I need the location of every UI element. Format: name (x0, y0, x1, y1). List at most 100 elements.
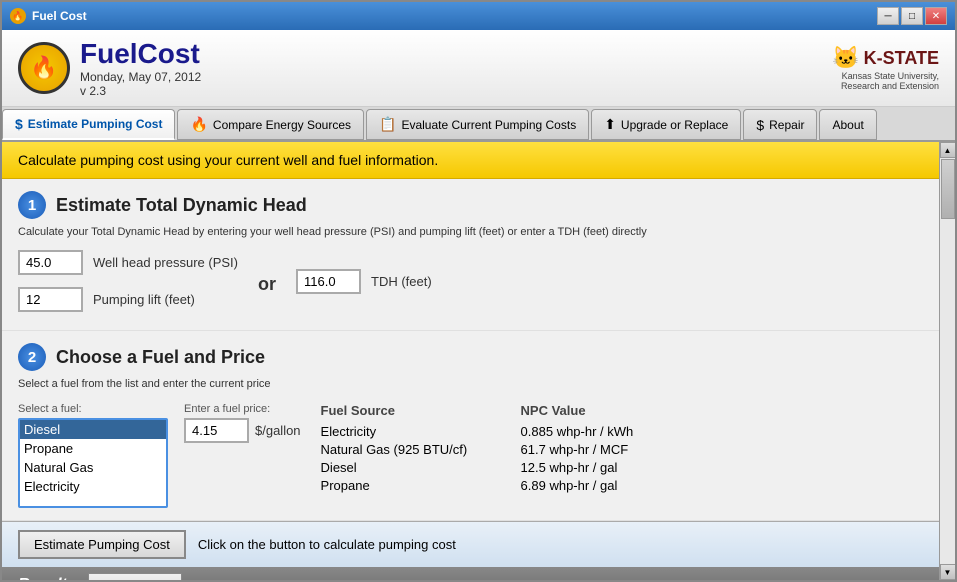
table-row: Propane 6.89 whp-hr / gal (321, 478, 681, 493)
estimate-pumping-cost-button[interactable]: Estimate Pumping Cost (18, 530, 186, 559)
pressure-row: Well head pressure (PSI) (18, 250, 238, 275)
npc-table: Fuel Source NPC Value Electricity 0.885 … (321, 403, 681, 496)
fuel-select-group: Select a fuel: Diesel Propane Natural Ga… (18, 403, 168, 508)
info-banner: Calculate pumping cost using your curren… (2, 142, 939, 179)
tab-estimate[interactable]: $ Estimate Pumping Cost (2, 109, 175, 140)
npc-source-3: Propane (321, 478, 501, 493)
section2-title: Choose a Fuel and Price (56, 347, 265, 368)
title-bar-controls: ─ □ ✕ (877, 7, 947, 25)
npc-value-1: 61.7 whp-hr / MCF (521, 442, 681, 457)
tab-evaluate-label: Evaluate Current Pumping Costs (401, 118, 576, 132)
kstate-sub2: Research and Extension (841, 81, 939, 91)
fuel-option-natural-gas[interactable]: Natural Gas (20, 458, 166, 477)
pressure-group: Well head pressure (PSI) Pumping lift (f… (18, 250, 238, 318)
kstate-logo: 🐱 K-STATE Kansas State University, Resea… (832, 45, 939, 91)
logo-title: FuelCost (80, 38, 201, 70)
tab-evaluate-icon: 📋 (379, 116, 396, 133)
tdh-input[interactable] (296, 269, 361, 294)
scrollbar[interactable]: ▲ ▼ (939, 142, 955, 580)
section1-desc: Calculate your Total Dynamic Head by ent… (18, 225, 923, 240)
logo: FuelCost Monday, May 07, 2012 v 2.3 (18, 38, 201, 98)
section-tdh: 1 Estimate Total Dynamic Head Calculate … (2, 179, 939, 331)
bottom-bar: Estimate Pumping Cost Click on the butto… (2, 521, 939, 567)
npc-source-2: Diesel (321, 460, 501, 475)
results-title: Results (18, 576, 76, 580)
tab-compare[interactable]: 🔥 Compare Energy Sources (177, 109, 364, 140)
fuel-option-electricity[interactable]: Electricity (20, 477, 166, 496)
tab-compare-label: Compare Energy Sources (213, 118, 351, 132)
content-area: Calculate pumping cost using your curren… (2, 142, 955, 580)
close-button[interactable]: ✕ (925, 7, 947, 25)
logo-icon (18, 42, 70, 94)
main-window: 🔥 Fuel Cost ─ □ ✕ FuelCost Monday, May 0… (0, 0, 957, 582)
fuel-controls: Select a fuel: Diesel Propane Natural Ga… (18, 403, 923, 508)
tab-repair[interactable]: $ Repair (743, 109, 817, 140)
step2-badge: 2 (18, 343, 46, 371)
tdh-direct-row: TDH (feet) (296, 269, 432, 294)
tdh-inputs: Well head pressure (PSI) Pumping lift (f… (18, 250, 923, 318)
scroll-track[interactable] (940, 158, 955, 564)
price-label: Enter a fuel price: (184, 403, 301, 415)
scroll-up-button[interactable]: ▲ (940, 142, 956, 158)
section1-title: Estimate Total Dynamic Head (56, 195, 307, 216)
or-separator: or (258, 274, 276, 295)
tab-upgrade-icon: ⬆ (604, 116, 616, 133)
banner-text: Calculate pumping cost using your curren… (18, 152, 438, 168)
scroll-down-button[interactable]: ▼ (940, 564, 956, 580)
section2-header: 2 Choose a Fuel and Price (18, 343, 923, 371)
price-group: Enter a fuel price: $/gallon (184, 403, 301, 443)
npc-header: Fuel Source NPC Value (321, 403, 681, 418)
logo-text: FuelCost Monday, May 07, 2012 v 2.3 (80, 38, 201, 98)
fuel-select[interactable]: Diesel Propane Natural Gas Electricity (18, 418, 168, 508)
main-content: Calculate pumping cost using your curren… (2, 142, 939, 580)
kstate-text: K-STATE (864, 48, 939, 69)
tab-about-label: About (832, 118, 863, 132)
npc-source-1: Natural Gas (925 BTU/cf) (321, 442, 501, 457)
price-row: $/gallon (184, 418, 301, 443)
step1-badge: 1 (18, 191, 46, 219)
npc-value-3: 6.89 whp-hr / gal (521, 478, 681, 493)
section1-desc-text: Calculate your Total Dynamic Head by ent… (18, 226, 647, 238)
step2-number: 2 (28, 349, 36, 366)
tab-repair-icon: $ (756, 117, 764, 133)
tab-bar: $ Estimate Pumping Cost 🔥 Compare Energy… (2, 107, 955, 142)
price-input[interactable] (184, 418, 249, 443)
tab-estimate-icon: $ (15, 116, 23, 132)
tab-about[interactable]: About (819, 109, 876, 140)
maximize-button[interactable]: □ (901, 7, 923, 25)
header: FuelCost Monday, May 07, 2012 v 2.3 🐱 K-… (2, 30, 955, 107)
section2-desc: Select a fuel from the list and enter th… (18, 377, 923, 392)
tab-repair-label: Repair (769, 118, 804, 132)
scroll-thumb[interactable] (941, 159, 955, 219)
logo-date: Monday, May 07, 2012 (80, 70, 201, 84)
pumping-lift-input[interactable] (18, 287, 83, 312)
tab-evaluate[interactable]: 📋 Evaluate Current Pumping Costs (366, 109, 589, 140)
table-row: Electricity 0.885 whp-hr / kWh (321, 424, 681, 439)
fuel-option-propane[interactable]: Propane (20, 439, 166, 458)
kstate-wildcat-icon: 🐱 (832, 45, 859, 71)
tab-upgrade[interactable]: ⬆ Upgrade or Replace (591, 109, 741, 140)
results-bar: Results Print Results (2, 567, 939, 580)
kstate-sub1: Kansas State University, (842, 71, 939, 81)
npc-col2-header: NPC Value (521, 403, 681, 418)
calc-hint: Click on the button to calculate pumping… (198, 537, 456, 552)
npc-col1-header: Fuel Source (321, 403, 501, 418)
section-fuel: 2 Choose a Fuel and Price Select a fuel … (2, 331, 939, 520)
npc-value-0: 0.885 whp-hr / kWh (521, 424, 681, 439)
section2-desc-text: Select a fuel from the list and enter th… (18, 378, 271, 390)
fuel-select-label: Select a fuel: (18, 403, 168, 415)
tdh-label: TDH (feet) (371, 274, 432, 289)
tab-upgrade-label: Upgrade or Replace (621, 118, 728, 132)
npc-source-0: Electricity (321, 424, 501, 439)
minimize-button[interactable]: ─ (877, 7, 899, 25)
well-pressure-input[interactable] (18, 250, 83, 275)
price-unit: $/gallon (255, 423, 301, 438)
title-bar-left: 🔥 Fuel Cost (10, 8, 87, 24)
table-row: Natural Gas (925 BTU/cf) 61.7 whp-hr / M… (321, 442, 681, 457)
fuel-option-diesel[interactable]: Diesel (20, 420, 166, 439)
print-results-button[interactable]: Print Results (88, 573, 182, 580)
npc-value-2: 12.5 whp-hr / gal (521, 460, 681, 475)
table-row: Diesel 12.5 whp-hr / gal (321, 460, 681, 475)
app-icon: 🔥 (10, 8, 26, 24)
lift-row: Pumping lift (feet) (18, 287, 238, 312)
